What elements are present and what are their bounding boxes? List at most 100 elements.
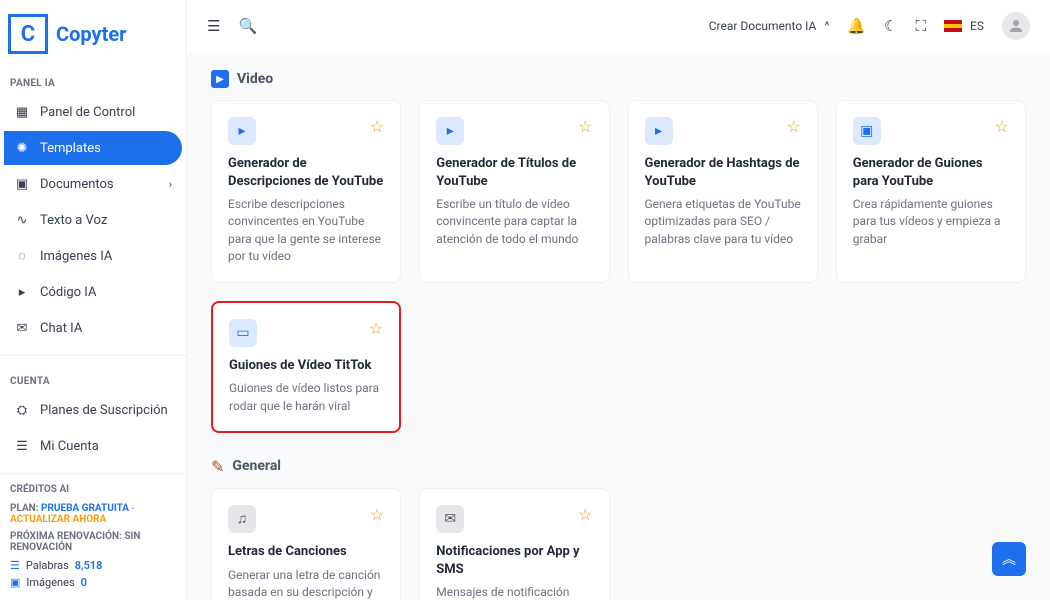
tiktok-icon: ▭ xyxy=(229,319,257,347)
notifications-icon[interactable]: 🔔 xyxy=(847,17,866,35)
card-title: Generador de Guiones para YouTube xyxy=(853,155,1009,190)
card-youtube-descriptions[interactable]: ▸ ☆ Generador de Descripciones de YouTub… xyxy=(211,100,401,283)
credits-block: CRÉDITOS AI PLAN: PRUEBA GRATUITA - ACTU… xyxy=(0,484,186,600)
search-icon[interactable]: 🔍 xyxy=(238,17,257,35)
divider xyxy=(0,355,186,356)
sidebar-item-label: Chat IA xyxy=(40,321,82,336)
stat-label: Imágenes xyxy=(26,576,74,589)
youtube-icon: ▸ xyxy=(228,117,256,145)
chevron-up-icon: ^ xyxy=(824,19,829,33)
card-tiktok-scripts[interactable]: ▭ ☆ Guiones de Vídeo TitTok Guiones de v… xyxy=(211,301,401,433)
lang-code: ES xyxy=(970,19,984,33)
sidebar-item-imagenes-ia[interactable]: ◌ Imágenes IA xyxy=(4,239,182,273)
favorite-star-icon[interactable]: ☆ xyxy=(370,117,384,136)
sidebar-item-chat-ia[interactable]: ✉ Chat IA xyxy=(4,311,182,345)
credits-title: CRÉDITOS AI xyxy=(10,484,176,495)
sidebar-item-label: Mi Cuenta xyxy=(40,439,99,454)
chat-icon: ✉ xyxy=(14,320,30,336)
plan-upgrade-link[interactable]: ACTUALIZAR AHORA xyxy=(10,514,106,525)
nav-cuenta: ⛭ Planes de Suscripción ☰ Mi Cuenta xyxy=(0,393,186,463)
renovation-text: PRÓXIMA RENOVACIÓN: SIN RENOVACIÓN xyxy=(10,531,176,553)
youtube-icon: ▸ xyxy=(645,117,673,145)
words-icon: ☰ xyxy=(10,559,20,572)
favorite-star-icon[interactable]: ☆ xyxy=(578,505,592,524)
favorite-star-icon[interactable]: ☆ xyxy=(370,505,384,524)
main: ☰ 🔍 Crear Documento IA ^ 🔔 ☾ ⛶ ES xyxy=(187,0,1050,600)
video-section-icon: ▶ xyxy=(211,70,229,88)
scroll-top-button[interactable]: ︽ xyxy=(992,542,1026,576)
card-desc: Escribe descripciones convincentes en Yo… xyxy=(228,196,384,266)
section-head-general: ✎ General xyxy=(211,457,1026,476)
card-title: Notificaciones por App y SMS xyxy=(436,543,592,578)
favorite-star-icon[interactable]: ☆ xyxy=(369,319,383,338)
avatar[interactable] xyxy=(1002,12,1030,40)
music-icon: ♫ xyxy=(228,505,256,533)
create-document-dropdown[interactable]: Crear Documento IA ^ xyxy=(709,19,830,33)
user-icon xyxy=(1007,17,1025,35)
plans-icon: ⛭ xyxy=(14,402,30,418)
card-desc: Generar una letra de canción basada en s… xyxy=(228,567,384,600)
favorite-star-icon[interactable]: ☆ xyxy=(786,117,800,136)
card-desc: Escribe un título de vídeo convincente p… xyxy=(436,196,592,248)
plan-sep: - xyxy=(131,503,134,514)
sidebar-section-cuenta: CUENTA xyxy=(0,366,186,393)
favorite-star-icon[interactable]: ☆ xyxy=(578,117,592,136)
logo-box-icon: C xyxy=(8,14,48,54)
sidebar-item-templates[interactable]: ✺ Templates xyxy=(4,131,182,165)
images-count-icon: ▣ xyxy=(10,576,20,589)
images-icon: ◌ xyxy=(14,248,30,264)
templates-icon: ✺ xyxy=(14,140,30,156)
chevron-right-icon: › xyxy=(169,178,172,191)
card-app-sms-notifications[interactable]: ✉ ☆ Notificaciones por App y SMS Mensaje… xyxy=(419,488,609,600)
plan-value: PRUEBA GRATUITA xyxy=(41,503,129,514)
youtube-icon: ▸ xyxy=(436,117,464,145)
code-icon: ▸ xyxy=(14,284,30,300)
card-title: Letras de Canciones xyxy=(228,543,384,561)
stat-value: 8,518 xyxy=(75,559,103,572)
documents-icon: ▣ xyxy=(14,176,30,192)
voice-icon: ∿ xyxy=(14,212,30,228)
sidebar-item-panel-control[interactable]: ▦ Panel de Control xyxy=(4,95,182,129)
sidebar-item-label: Texto a Voz xyxy=(40,213,107,228)
sidebar: C Copyter PANEL IA ▦ Panel de Control ✺ … xyxy=(0,0,187,600)
pencil-section-icon: ✎ xyxy=(211,457,224,476)
logo-letter: C xyxy=(21,22,35,47)
favorite-star-icon[interactable]: ☆ xyxy=(995,117,1009,136)
content: ▶ Video ▸ ☆ Generador de Descripciones d… xyxy=(187,52,1050,600)
card-title: Generador de Hashtags de YouTube xyxy=(645,155,801,190)
sidebar-item-documentos[interactable]: ▣ Documentos › xyxy=(4,167,182,201)
chevron-up-double-icon: ︽ xyxy=(1002,549,1016,569)
message-icon: ✉ xyxy=(436,505,464,533)
account-icon: ☰ xyxy=(14,438,30,454)
card-title: Guiones de Vídeo TitTok xyxy=(229,357,383,375)
card-desc: Genera etiquetas de YouTube optimizadas … xyxy=(645,196,801,248)
plan-line: PLAN: PRUEBA GRATUITA - ACTUALIZAR AHORA xyxy=(10,503,176,525)
logo[interactable]: C Copyter xyxy=(0,0,186,68)
sidebar-item-codigo-ia[interactable]: ▸ Código IA xyxy=(4,275,182,309)
sidebar-item-label: Panel de Control xyxy=(40,105,135,120)
menu-toggle-icon[interactable]: ☰ xyxy=(207,17,220,35)
script-icon: ▣ xyxy=(853,117,881,145)
stat-value: 0 xyxy=(81,576,87,589)
card-desc: Guiones de vídeo listos para rodar que l… xyxy=(229,380,383,415)
sidebar-item-texto-voz[interactable]: ∿ Texto a Voz xyxy=(4,203,182,237)
card-song-lyrics[interactable]: ♫ ☆ Letras de Canciones Generar una letr… xyxy=(211,488,401,600)
card-desc: Mensajes de notificación para tus aplica… xyxy=(436,584,592,600)
section-head-video: ▶ Video xyxy=(211,70,1026,88)
sidebar-item-label: Planes de Suscripción xyxy=(40,403,168,418)
fullscreen-icon[interactable]: ⛶ xyxy=(916,17,927,35)
nav-panel-ia: ▦ Panel de Control ✺ Templates ▣ Documen… xyxy=(0,95,186,345)
language-selector[interactable]: ES xyxy=(944,19,984,33)
card-youtube-hashtags[interactable]: ▸ ☆ Generador de Hashtags de YouTube Gen… xyxy=(628,100,818,283)
theme-toggle-icon[interactable]: ☾ xyxy=(884,17,897,35)
sidebar-item-mi-cuenta[interactable]: ☰ Mi Cuenta xyxy=(4,429,182,463)
sidebar-item-label: Documentos xyxy=(40,177,114,192)
section-title: General xyxy=(232,458,281,474)
sidebar-item-planes[interactable]: ⛭ Planes de Suscripción xyxy=(4,393,182,427)
card-youtube-titles[interactable]: ▸ ☆ Generador de Títulos de YouTube Escr… xyxy=(419,100,609,283)
flag-es-icon xyxy=(944,20,962,32)
sidebar-item-label: Código IA xyxy=(40,285,96,300)
card-title: Generador de Descripciones de YouTube xyxy=(228,155,384,190)
card-youtube-scripts[interactable]: ▣ ☆ Generador de Guiones para YouTube Cr… xyxy=(836,100,1026,283)
plan-label: PLAN: xyxy=(10,503,39,514)
